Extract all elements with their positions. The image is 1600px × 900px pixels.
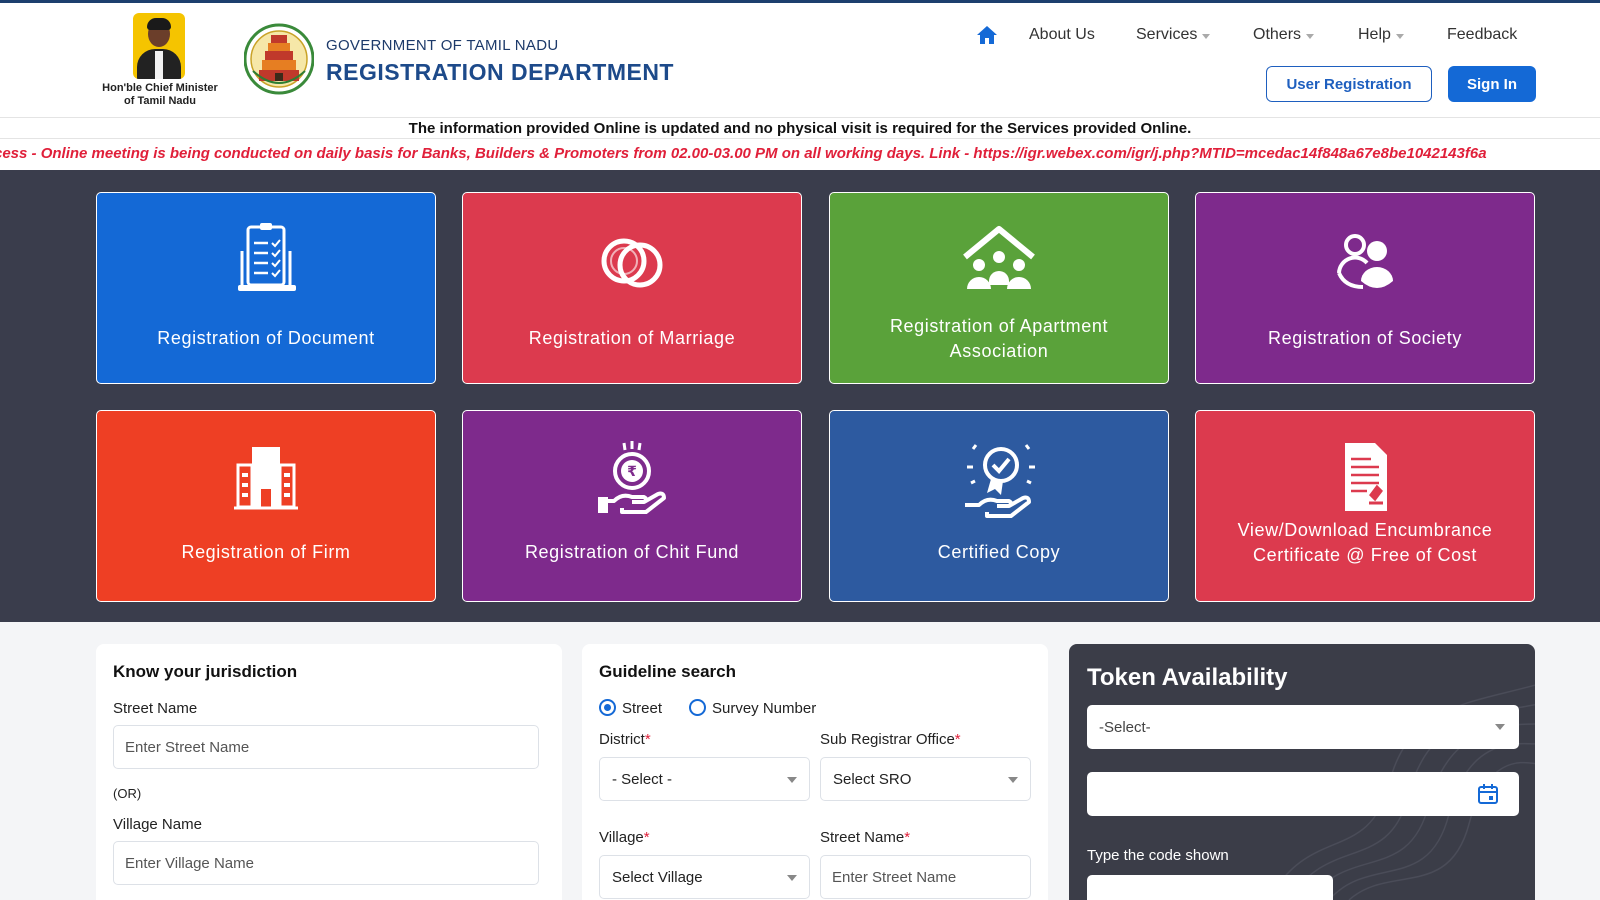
tile-registration-of-document[interactable]: Registration of Document xyxy=(96,192,436,384)
village-select[interactable]: Select Village xyxy=(599,855,810,899)
guideline-title: Guideline search xyxy=(599,662,736,681)
required-mark: * xyxy=(644,731,651,748)
tile-registration-of-society[interactable]: Registration of Society xyxy=(1195,192,1535,384)
rupee-hand-icon: ₹ xyxy=(598,441,666,514)
village-name-label: Village Name xyxy=(113,816,202,833)
nav-others-label: Others xyxy=(1253,26,1302,43)
document-stamp-icon xyxy=(1345,443,1387,511)
government-name: GOVERNMENT OF TAMIL NADU xyxy=(326,37,559,54)
village-label: Village* xyxy=(599,829,650,846)
or-separator: (OR) xyxy=(113,786,142,801)
token-select-value: -Select- xyxy=(1099,718,1151,736)
guideline-street-input[interactable]: Enter Street Name xyxy=(820,855,1031,899)
nav-services[interactable]: Services xyxy=(1136,23,1211,47)
sign-in-button[interactable]: Sign In xyxy=(1448,66,1536,102)
jurisdiction-village-input[interactable]: Enter Village Name xyxy=(113,841,539,885)
nav-feedback-label: Feedback xyxy=(1447,26,1518,43)
captcha-label: Type the code shown xyxy=(1087,847,1229,864)
required-mark: * xyxy=(904,829,911,846)
calendar-icon[interactable] xyxy=(1477,783,1499,805)
district-select-value: - Select - xyxy=(612,770,673,788)
guideline-search-panel: Guideline search Street Survey Number Di… xyxy=(582,644,1048,900)
tile-registration-of-chit-fund[interactable]: ₹ Registration of Chit Fund xyxy=(462,410,802,602)
district-select[interactable]: - Select - xyxy=(599,757,810,801)
tile-label: Registration of Marriage xyxy=(528,328,736,348)
news-ticker: cess - Online meeting is being conducted… xyxy=(0,138,1600,170)
jurisdiction-street-input[interactable]: Enter Street Name xyxy=(113,725,539,769)
village-select-value: Select Village xyxy=(612,868,703,886)
required-mark: * xyxy=(954,731,961,748)
building-icon xyxy=(234,447,298,510)
nav-others[interactable]: Others xyxy=(1253,23,1315,47)
nav-feedback[interactable]: Feedback xyxy=(1447,23,1517,47)
district-label: District* xyxy=(599,731,651,748)
tile-encumbrance-certificate[interactable]: View/Download Encumbrance Certificate @ … xyxy=(1195,410,1535,602)
sro-select[interactable]: Select SRO xyxy=(820,757,1031,801)
tile-certified-copy[interactable]: Certified Copy xyxy=(829,410,1169,602)
survey-number-radio-label: Survey Number xyxy=(712,700,817,717)
tile-label: Registration of Firm xyxy=(181,542,351,562)
street-radio-label: Street xyxy=(622,700,663,717)
department-name: REGISTRATION DEPARTMENT xyxy=(326,59,674,85)
home-icon[interactable] xyxy=(975,23,999,47)
site-header: Hon'ble Chief Minister of Tamil Nadu GOV… xyxy=(0,3,1600,117)
jurisdiction-title: Know your jurisdiction xyxy=(113,662,298,681)
token-select[interactable]: -Select- xyxy=(1087,705,1519,749)
online-services-notice: The information provided Online is updat… xyxy=(0,117,1600,138)
document-checklist-icon xyxy=(238,223,296,291)
services-section: Registration of Document Registration of… xyxy=(0,170,1600,622)
sro-label-text: Sub Registrar Office xyxy=(820,731,955,748)
rings-icon xyxy=(601,238,663,288)
ticker-text[interactable]: cess - Online meeting is being conducted… xyxy=(0,145,1487,162)
district-label-text: District xyxy=(599,731,645,748)
token-title: Token Availability xyxy=(1087,664,1288,691)
token-date-input[interactable] xyxy=(1087,772,1519,816)
nav-about-us-label: About Us xyxy=(1029,26,1095,43)
nav-help[interactable]: Help xyxy=(1358,23,1404,47)
chief-minister-photo xyxy=(133,13,185,79)
tile-label: View/Download Encumbrance Certificate @ … xyxy=(1237,520,1493,565)
captcha-input[interactable] xyxy=(1087,875,1333,900)
survey-number-radio[interactable] xyxy=(689,699,706,716)
guideline-street-label-text: Street Name xyxy=(820,829,905,846)
jurisdiction-panel: Know your jurisdiction Street Name Enter… xyxy=(96,644,562,900)
house-people-icon xyxy=(963,226,1035,289)
nav-services-label: Services xyxy=(1136,26,1198,43)
sro-select-value: Select SRO xyxy=(833,770,912,788)
required-mark: * xyxy=(643,829,650,846)
tile-registration-of-firm[interactable]: Registration of Firm xyxy=(96,410,436,602)
tile-label: Certified Copy xyxy=(937,542,1061,562)
tile-label: Registration of Apartment Association xyxy=(889,316,1109,361)
street-name-label: Street Name xyxy=(113,700,198,717)
chief-minister-caption: Hon'ble Chief Minister of Tamil Nadu xyxy=(102,82,218,107)
chevron-down-icon xyxy=(1495,724,1505,730)
tile-label: Registration of Document xyxy=(157,328,375,348)
nav-help-label: Help xyxy=(1358,26,1391,43)
tile-registration-of-marriage[interactable]: Registration of Marriage xyxy=(462,192,802,384)
tile-registration-of-apartment-association[interactable]: Registration of Apartment Association xyxy=(829,192,1169,384)
chevron-down-icon xyxy=(1306,33,1315,39)
chevron-down-icon xyxy=(1395,33,1404,39)
tile-label: Registration of Chit Fund xyxy=(524,542,740,562)
tile-label: Registration of Society xyxy=(1268,328,1462,348)
people-icon xyxy=(1337,234,1393,289)
village-label-text: Village xyxy=(599,829,644,846)
chevron-down-icon xyxy=(787,875,797,881)
chevron-down-icon xyxy=(1202,33,1211,39)
chevron-down-icon xyxy=(1008,777,1018,783)
tamil-nadu-emblem-icon xyxy=(244,23,314,95)
certificate-hand-icon xyxy=(965,444,1035,518)
street-radio[interactable] xyxy=(599,699,616,716)
user-registration-button[interactable]: User Registration xyxy=(1266,66,1432,102)
svg-text:₹: ₹ xyxy=(627,464,637,480)
guideline-street-label: Street Name* xyxy=(820,829,910,846)
sro-label: Sub Registrar Office* xyxy=(820,731,961,748)
chevron-down-icon xyxy=(787,777,797,783)
nav-about-us[interactable]: About Us xyxy=(1029,23,1095,47)
token-availability-panel: Token Availability -Select- Type the cod… xyxy=(1069,644,1535,900)
